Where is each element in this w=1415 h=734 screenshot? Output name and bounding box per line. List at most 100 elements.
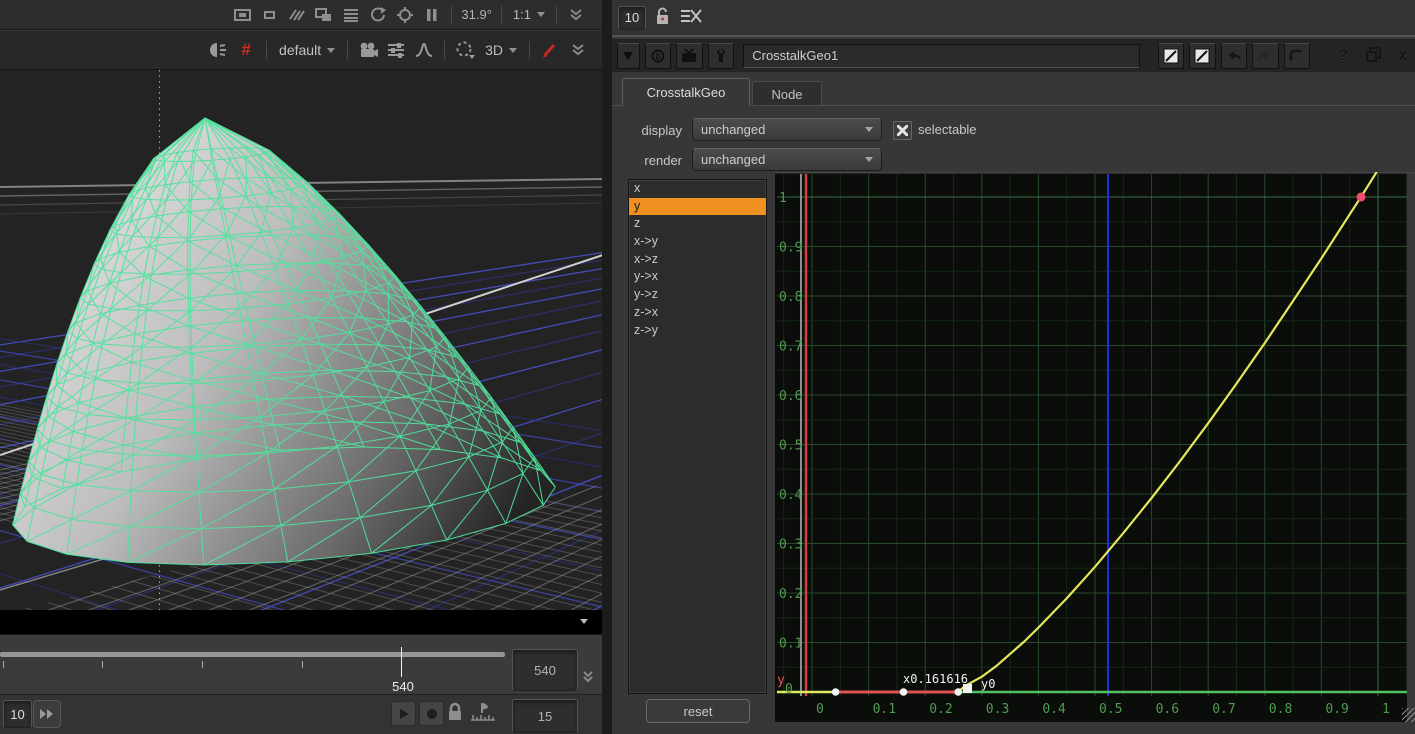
monitor-output-button[interactable] [676, 43, 703, 69]
collapse-panel-button[interactable] [617, 43, 640, 69]
help-button[interactable]: ? [1331, 47, 1356, 64]
channel-item[interactable]: x [629, 180, 766, 198]
play-button[interactable] [391, 701, 416, 726]
svg-text:0.5: 0.5 [1099, 702, 1122, 717]
headlight-icon[interactable] [206, 39, 230, 61]
properties-panel: 10 0 ? x CrosstalkGeo Node display [612, 0, 1415, 734]
undo-button[interactable] [1221, 43, 1248, 69]
svg-text:0.5: 0.5 [779, 439, 802, 454]
frame-range-marker-icon[interactable] [468, 699, 498, 728]
playhead-frame-label: 540 [386, 679, 420, 694]
chevron-down-icon [865, 157, 873, 162]
clear-all-panels-icon[interactable] [680, 7, 704, 28]
channel-item[interactable]: z->x [629, 304, 766, 322]
redo-button[interactable] [1252, 43, 1279, 69]
svg-text:0.6: 0.6 [1156, 702, 1179, 717]
curve-canvas[interactable]: 0.10.20.30.40.50.60.70.80.9100.10.20.30.… [775, 172, 1415, 722]
roi-icon[interactable] [393, 4, 417, 26]
channel-item[interactable]: y [629, 198, 766, 216]
timeline-ruler: 540 540 [0, 634, 602, 695]
playhead[interactable] [401, 647, 402, 677]
resize-grip[interactable] [1402, 708, 1415, 722]
zoom-ratio-dropdown[interactable]: 1:1 [509, 5, 549, 24]
view-mode-dropdown[interactable]: 3D [481, 40, 521, 60]
channel-item[interactable]: z->y [629, 322, 766, 340]
rotopaint-pen-icon[interactable] [538, 39, 562, 61]
divider [347, 41, 348, 59]
zebra-stripes-icon[interactable] [285, 4, 309, 26]
wrench-icon[interactable] [708, 43, 735, 69]
channel-item[interactable]: z [629, 215, 766, 233]
max-panels-field[interactable]: 10 [618, 6, 646, 30]
lut-value: default [279, 42, 321, 58]
float-panel-icon[interactable] [1361, 47, 1386, 65]
timeline-tick [3, 661, 4, 668]
viewer-3d-viewport[interactable]: 2K Super 35(full-ap) [0, 70, 602, 610]
channel-item[interactable]: x->z [629, 251, 766, 269]
reset-button[interactable]: reset [646, 699, 750, 723]
channel-swatch-b-button[interactable] [1189, 43, 1216, 69]
frame-range-field[interactable]: 540 [512, 649, 578, 691]
wireframe-grid-icon[interactable]: # [234, 39, 258, 61]
chevron-down-icon[interactable] [580, 619, 588, 624]
svg-text:y0: y0 [981, 677, 995, 691]
selectable-checkbox[interactable] [893, 121, 912, 140]
svg-text:0.8: 0.8 [1269, 702, 1292, 717]
channel-item[interactable]: y->x [629, 268, 766, 286]
display-label: display [626, 123, 682, 138]
chevron-down-icon [537, 12, 545, 17]
collapse-toolbar-icon[interactable] [566, 39, 590, 61]
fps-field[interactable]: 15 [512, 699, 578, 733]
unlock-icon[interactable] [654, 5, 672, 30]
camera-icon[interactable] [356, 39, 380, 61]
falloff-curve-icon[interactable] [412, 39, 436, 61]
divider [529, 41, 530, 59]
fov-value[interactable]: 31.9° [459, 7, 494, 22]
close-panel-button[interactable]: x [1390, 48, 1415, 64]
svg-text:0.1: 0.1 [779, 637, 802, 652]
timeline-scrollbar[interactable] [0, 652, 505, 657]
current-frame-field[interactable]: 10 [3, 700, 32, 728]
svg-text:0.9: 0.9 [1325, 702, 1348, 717]
svg-text:0: 0 [785, 682, 793, 697]
step-forward-button[interactable] [33, 700, 61, 728]
channel-item[interactable]: y->z [629, 286, 766, 304]
lock-range-icon[interactable] [445, 700, 465, 727]
refresh-icon[interactable] [366, 4, 390, 26]
svg-text:0: 0 [816, 702, 824, 717]
stop-record-button[interactable] [419, 701, 444, 726]
tab-node[interactable]: Node [752, 81, 822, 106]
curve-editor[interactable]: 0.10.20.30.40.50.60.70.80.9100.10.20.30.… [775, 172, 1415, 722]
lut-dropdown[interactable]: default [275, 40, 339, 60]
node-panel-body: CrosstalkGeo Node display unchanged sele… [612, 72, 1415, 734]
wipe-compare-icon[interactable] [312, 4, 336, 26]
node-panel-header: 0 ? x [612, 39, 1415, 72]
scene-sliders-icon[interactable] [384, 39, 408, 61]
divider [444, 41, 445, 59]
channel-layers-icon[interactable] [339, 4, 363, 26]
revert-button[interactable] [1284, 43, 1311, 69]
render-dropdown[interactable]: unchanged [692, 148, 882, 171]
pause-icon[interactable] [420, 4, 444, 26]
collapse-timeline-icon[interactable] [582, 671, 595, 687]
tab-crosstalkgeo[interactable]: CrosstalkGeo [622, 78, 750, 106]
svg-text:0.7: 0.7 [779, 340, 802, 355]
timeline-tick [102, 661, 103, 668]
zoom-ratio-value: 1:1 [513, 7, 531, 22]
properties-bar: 10 [612, 0, 1415, 37]
channel-item[interactable]: x->y [629, 233, 766, 251]
svg-text:0.3: 0.3 [986, 702, 1009, 717]
collapse-toolbar-icon[interactable] [564, 4, 588, 26]
gamma-icon[interactable] [258, 4, 282, 26]
selection-mode-icon[interactable] [453, 39, 477, 61]
node-name-field[interactable] [743, 44, 1140, 68]
channel-swatch-a-button[interactable] [1158, 43, 1185, 69]
display-value: unchanged [701, 122, 765, 137]
display-dropdown[interactable]: unchanged [692, 118, 882, 141]
channel-list[interactable]: xyzx->yx->zy->xy->zz->xz->y [628, 179, 767, 694]
transport-bar: 10 15 [0, 694, 602, 734]
viewer-toolbar-top: 31.9° 1:1 [0, 0, 602, 30]
node-color-button[interactable]: 0 [645, 43, 672, 69]
svg-text:0.2: 0.2 [779, 587, 802, 602]
gain-icon[interactable] [231, 4, 255, 26]
